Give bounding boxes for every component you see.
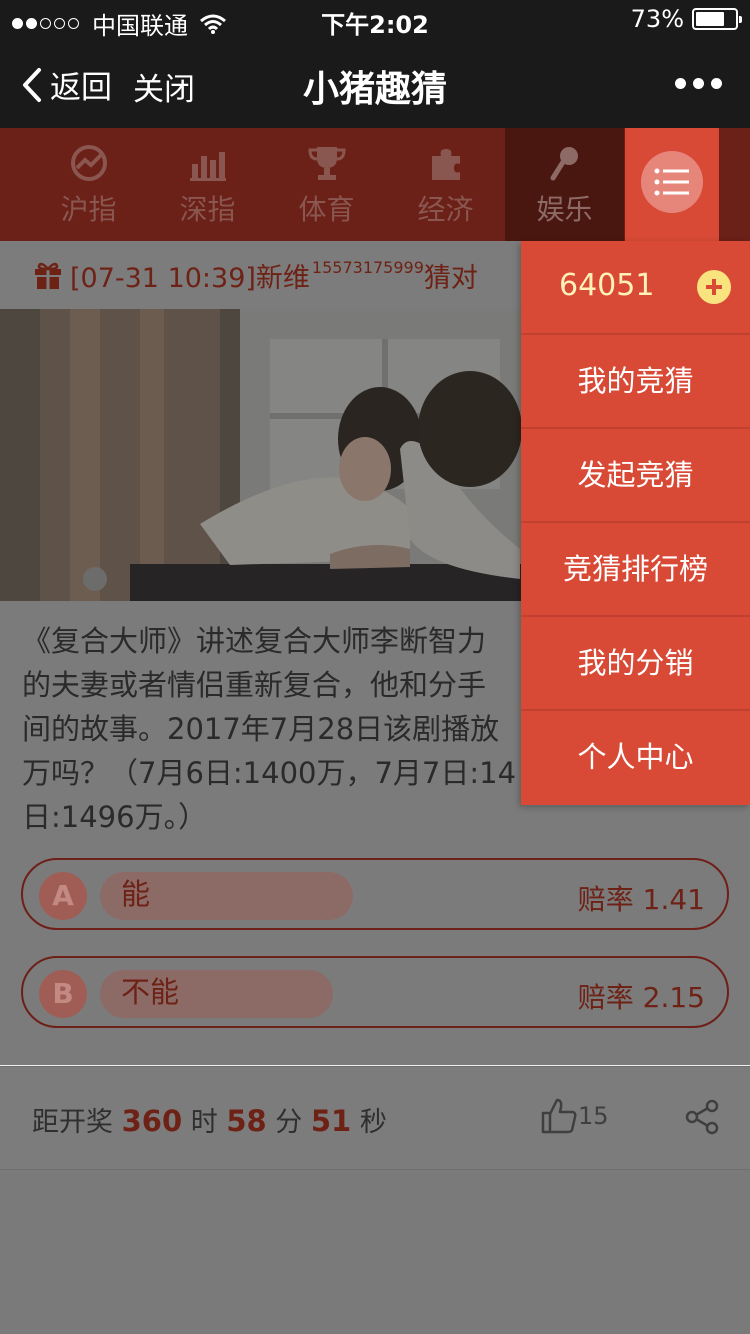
tab-entertainment[interactable]: 娱乐 [505, 128, 624, 241]
option-letter-badge: B [39, 970, 87, 1018]
trend-icon [70, 145, 107, 181]
like-button[interactable]: 15 [540, 1097, 609, 1135]
menu-item-create-guess[interactable]: 发起竞猜 [521, 429, 750, 523]
option-label: 能 [100, 872, 353, 920]
tab-label: 体育 [298, 193, 355, 226]
countdown-seconds: 51 [310, 1104, 352, 1138]
countdown-unit: 分 [275, 1107, 303, 1138]
option-letter-badge: A [39, 872, 87, 920]
nav-bar: 返回 关闭 小猪趣猜 [0, 40, 750, 128]
balance-item[interactable]: 64051 [521, 241, 750, 335]
balance-value: 64051 [559, 268, 655, 303]
battery-icon [692, 8, 742, 30]
add-funds-icon[interactable] [697, 270, 731, 304]
tab-label: 深指 [179, 193, 236, 226]
countdown-unit: 秒 [359, 1107, 387, 1138]
countdown-minutes: 58 [226, 1104, 267, 1138]
share-icon[interactable] [684, 1099, 720, 1139]
option-odds: 赔率 1.41 [577, 883, 705, 916]
option-label: 不能 [100, 970, 333, 1018]
tab-economy[interactable]: 经济 [386, 128, 505, 241]
tab-label: 娱乐 [536, 193, 593, 226]
like-count: 15 [578, 1102, 609, 1130]
tab-label: 经济 [417, 193, 474, 226]
draw-countdown: 距开奖 360 时 58 分 51 秒 [32, 1100, 387, 1139]
tab-shanghai-index[interactable]: 沪指 [29, 128, 148, 241]
countdown-hours: 360 [121, 1104, 183, 1138]
tab-shenzhen-index[interactable]: 深指 [148, 128, 267, 241]
menu-toggle-button[interactable] [625, 128, 719, 241]
tab-sports[interactable]: 体育 [267, 128, 386, 241]
category-tab-bar: 沪指 深指 体育 经济 娱乐 [0, 128, 750, 241]
option-b-button[interactable]: B 不能 赔率 2.15 [21, 956, 729, 1028]
gift-icon [35, 262, 61, 289]
status-bar: 中国联通 下午2:02 73% [0, 0, 750, 40]
more-options-icon[interactable] [668, 78, 722, 89]
menu-item-my-distribution[interactable]: 我的分销 [521, 617, 750, 711]
countdown-prefix: 距开奖 [32, 1107, 113, 1138]
trophy-icon [307, 147, 346, 180]
question-footer: 距开奖 360 时 58 分 51 秒 15 [0, 1066, 750, 1170]
option-odds: 赔率 2.15 [577, 981, 705, 1014]
user-menu-dropdown: 64051 我的竞猜 发起竞猜 竞猜排行榜 我的分销 个人中心 [521, 241, 750, 805]
microphone-icon [550, 147, 578, 181]
countdown-unit: 时 [190, 1107, 218, 1138]
page-title: 小猪趣猜 [302, 69, 447, 110]
puzzle-icon [431, 149, 460, 180]
page-background [0, 1170, 750, 1334]
menu-item-personal-center[interactable]: 个人中心 [521, 711, 750, 805]
thumbs-up-icon [541, 1098, 577, 1134]
menu-item-leaderboard[interactable]: 竞猜排行榜 [521, 523, 750, 617]
tab-label: 沪指 [60, 193, 117, 226]
option-a-button[interactable]: A 能 赔率 1.41 [21, 858, 729, 930]
bar-chart-icon [189, 152, 226, 181]
menu-item-my-guesses[interactable]: 我的竞猜 [521, 335, 750, 429]
menu-list-icon [654, 168, 689, 196]
ticker-trailing: 猜对 [423, 262, 478, 294]
battery-percent: 73% [630, 5, 684, 33]
ticker-text: [07-31 10:39]新维 [70, 262, 310, 294]
ticker-phone: 15573175999 [311, 257, 424, 277]
